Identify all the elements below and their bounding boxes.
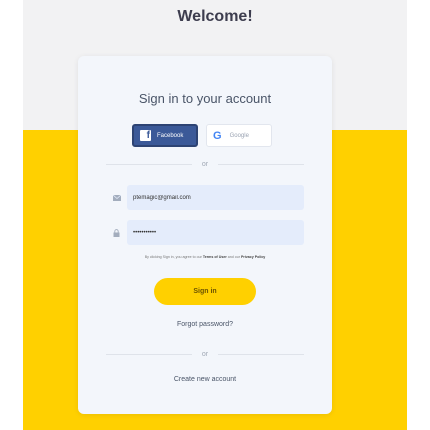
divider-line [106, 353, 192, 355]
terms-prefix: By clicking Sign in, you agree to our [144, 255, 202, 259]
email-field[interactable] [127, 185, 304, 210]
terms-and: and our [227, 255, 240, 259]
facebook-label: Facebook [157, 132, 184, 139]
divider-or-bottom: or [106, 349, 305, 359]
facebook-icon: f [140, 130, 151, 141]
terms-link[interactable]: Terms of User [203, 255, 227, 259]
divider-line [106, 163, 192, 165]
password-row [106, 220, 304, 245]
password-field[interactable] [127, 220, 304, 245]
lock-icon [106, 220, 127, 245]
mail-icon [106, 185, 127, 210]
google-label: Google [229, 132, 249, 139]
divider-or-label: or [201, 350, 209, 358]
welcome-heading: Welcome! [177, 8, 253, 25]
divider-or-label: or [201, 160, 209, 168]
google-login-button[interactable]: G Google [206, 124, 272, 147]
create-account-link[interactable]: Create new account [78, 376, 332, 383]
terms-notice: By clicking Sign in, you agree to our Te… [78, 255, 332, 259]
privacy-link[interactable]: Privacy Policy [241, 255, 265, 259]
google-icon: G [213, 129, 222, 142]
facebook-login-button[interactable]: f Facebook [132, 124, 198, 147]
divider-line [218, 353, 305, 355]
social-login-row: f Facebook G Google [132, 124, 272, 147]
divider-or-top: or [106, 159, 305, 169]
forgot-password-link[interactable]: Forgot password? [78, 321, 332, 328]
email-row [106, 185, 304, 210]
sign-in-button[interactable]: Sign in [154, 278, 256, 305]
divider-line [218, 163, 305, 165]
card-title: Sign in to your account [138, 91, 272, 106]
login-card: Sign in to your account f Facebook G Goo… [78, 56, 332, 414]
